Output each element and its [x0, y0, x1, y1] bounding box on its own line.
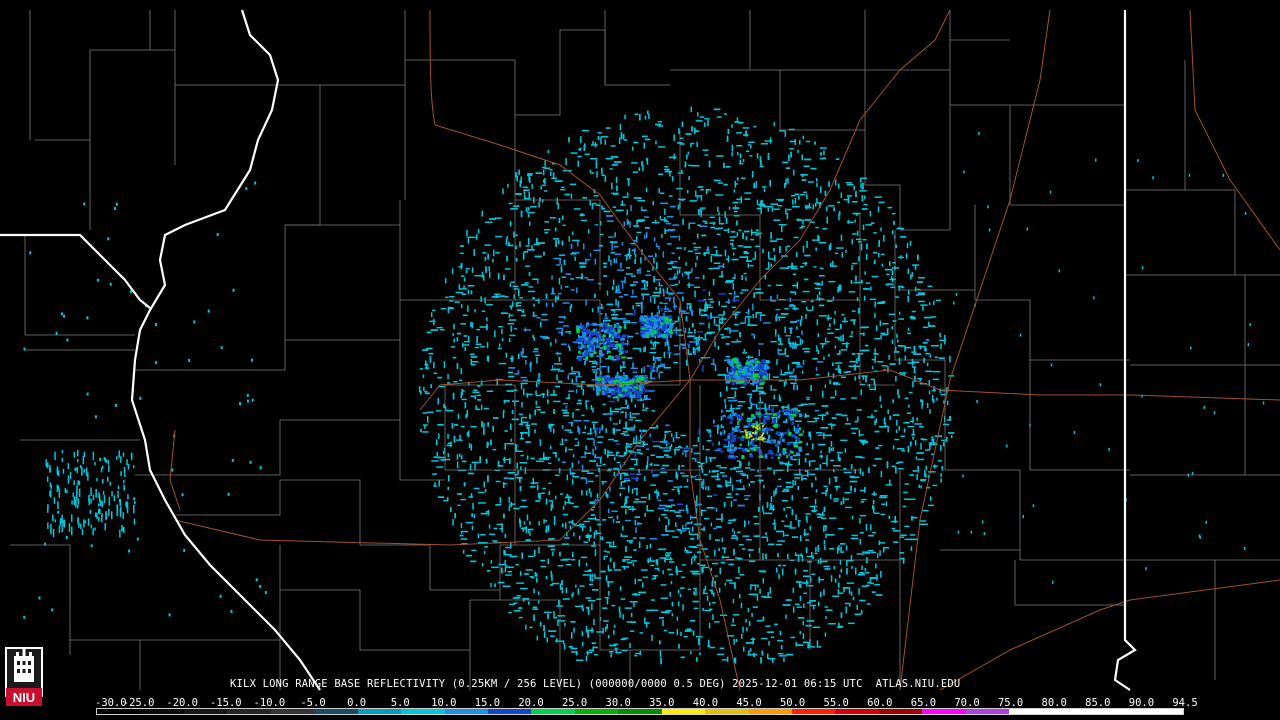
reflectivity-color-bar — [96, 708, 1184, 715]
scale-color-segment — [618, 709, 662, 714]
scale-color-segment — [444, 709, 488, 714]
scale-color-segment — [1009, 709, 1053, 714]
scale-color-segment — [1096, 709, 1140, 714]
scale-color-segment — [487, 709, 532, 714]
radar-map — [0, 0, 1280, 720]
scale-color-segment — [531, 709, 575, 714]
scale-color-segment — [965, 709, 1010, 714]
scale-color-segment — [705, 709, 749, 714]
scale-color-segment — [792, 709, 836, 714]
scale-color-segment — [574, 709, 619, 714]
scale-color-segment — [183, 709, 228, 714]
product-title: KILX LONG RANGE BASE REFLECTIVITY (0.25K… — [230, 678, 961, 690]
scale-color-segment — [401, 709, 445, 714]
scale-color-segment — [357, 709, 402, 714]
scale-color-segment — [140, 709, 184, 714]
scale-color-segment — [97, 709, 141, 714]
logo-text: NIU — [13, 690, 35, 705]
scale-color-segment — [270, 709, 315, 714]
scale-color-segment — [1052, 709, 1097, 714]
scale-color-segment — [314, 709, 358, 714]
scale-color-segment — [835, 709, 879, 714]
scale-color-segment — [661, 709, 706, 714]
niu-logo: NIU — [5, 647, 43, 706]
scale-color-segment — [1139, 709, 1183, 714]
scale-color-segment — [922, 709, 966, 714]
scale-color-segment — [227, 709, 271, 714]
scale-color-segment — [878, 709, 923, 714]
scale-color-segment — [748, 709, 792, 714]
